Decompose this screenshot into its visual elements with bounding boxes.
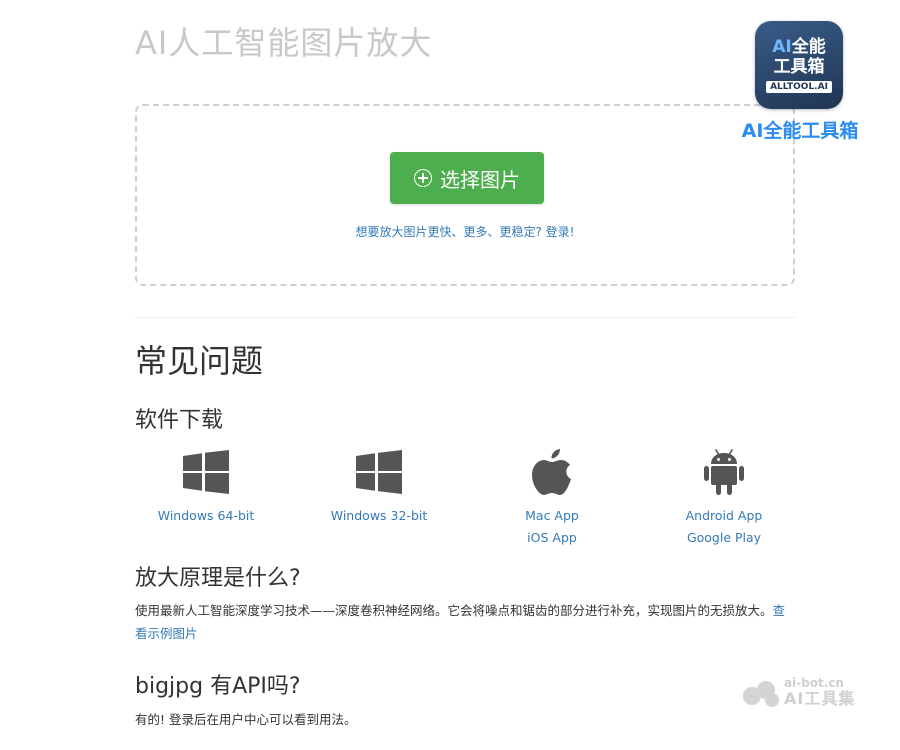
watermark-logo-icon [743,681,779,707]
windows-64-link[interactable]: Windows 64-bit [136,508,276,523]
principle-description: 使用最新人工智能深度学习技术——深度卷积神经网络。它会将噪点和锯齿的部分进行补充… [135,603,773,618]
download-windows-32: Windows 32-bit [309,448,449,523]
logo-ai-text: AI [772,37,792,57]
upload-dropzone[interactable]: 选择图片 想要放大图片更快、更多、更稳定? 登录! [135,104,795,286]
android-icon [654,448,794,496]
section-divider [135,317,795,318]
logo-line1-text: 全能 [791,37,826,57]
page-title: AI人工智能图片放大 [135,24,433,62]
faq-title: 常见问题 [135,342,264,380]
windows-32-link[interactable]: Windows 32-bit [309,508,449,523]
watermark-domain: ai-bot.cn [784,676,844,690]
download-android: Android App Google Play [654,448,794,545]
principle-heading: 放大原理是什么? [135,566,301,591]
select-image-button[interactable]: 选择图片 [390,152,544,204]
mac-app-link[interactable]: Mac App [482,508,622,523]
api-text: 有的! 登录后在用户中心可以看到用法。 [135,712,357,727]
windows-icon [136,448,276,496]
watermark-brand: AI工具集 [784,689,856,708]
apple-icon [482,448,622,496]
add-circle-icon [414,169,432,187]
windows-icon [309,448,449,496]
logo-domain-text: ALLTOOL.AI [766,81,832,93]
download-windows-64: Windows 64-bit [136,448,276,523]
ios-app-link[interactable]: iOS App [482,530,622,545]
alltool-logo: AI全能 工具箱 ALLTOOL.AI [755,21,843,109]
download-apple: Mac App iOS App [482,448,622,545]
select-image-label: 选择图片 [440,167,520,192]
login-hint-link[interactable]: 想要放大图片更快、更多、更稳定? 登录! [137,223,793,240]
watermark: ai-bot.cn AI工具集 [740,676,880,712]
google-play-link[interactable]: Google Play [654,530,794,545]
android-app-link[interactable]: Android App [654,508,794,523]
logo-line2-text: 工具箱 [773,57,825,77]
logo-caption: AI全能工具箱 [741,120,859,142]
api-heading: bigjpg 有API吗? [135,674,301,699]
software-download-heading: 软件下载 [135,408,224,433]
principle-text: 使用最新人工智能深度学习技术——深度卷积神经网络。它会将噪点和锯齿的部分进行补充… [135,599,795,645]
